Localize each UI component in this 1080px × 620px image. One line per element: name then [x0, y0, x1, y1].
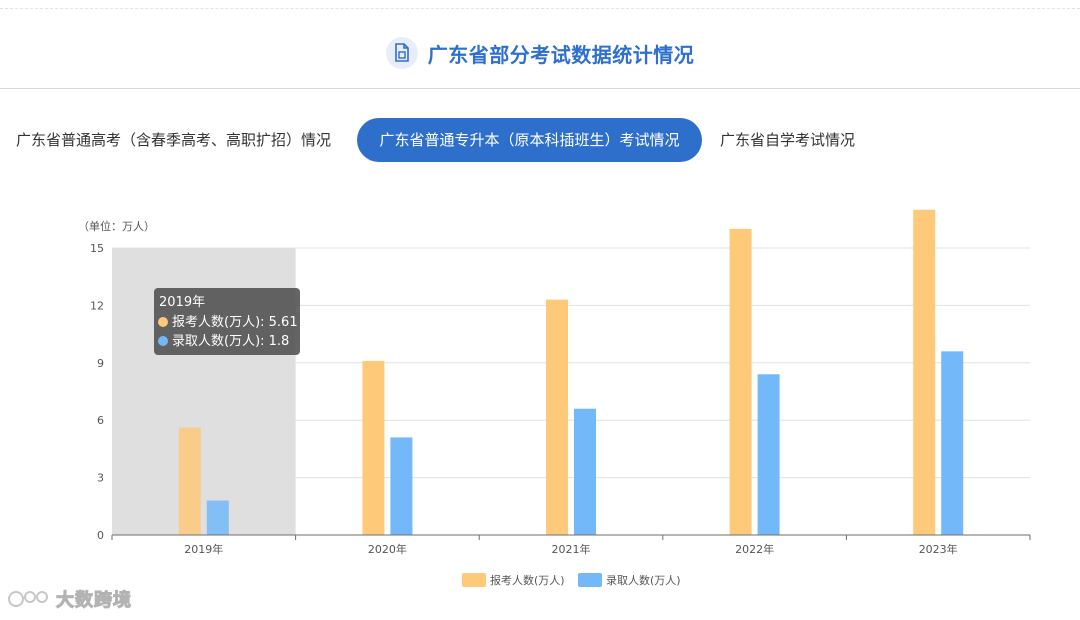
legend-swatch	[462, 573, 486, 587]
y-axis-unit-label: （单位：万人）	[78, 219, 155, 233]
legend-label: 录取人数(万人)	[606, 574, 681, 587]
legend-label: 报考人数(万人)	[490, 573, 565, 587]
bar-admitted	[757, 374, 780, 535]
bar-applicants	[362, 360, 385, 535]
y-tick-label: 3	[97, 472, 104, 485]
bar-admitted	[390, 437, 413, 535]
document-chart-icon	[385, 37, 418, 69]
legend-swatch	[578, 573, 602, 587]
bar-admitted	[206, 500, 229, 535]
bar-chart: 0 3 6 9 12 15 （单位：万人） 2019年 2020年 2021年 2022年 2023年…	[78, 209, 1031, 587]
x-tick-label: 2022年	[735, 542, 774, 556]
top-divider	[0, 8, 1080, 9]
tooltip-marker	[158, 336, 168, 346]
x-tick-label: 2020年	[368, 542, 407, 556]
exam-tabs: 广东省普通高考（含春季高考、高职扩招）情况 广东省普通专升本（原本科插班生）考试…	[0, 118, 1080, 162]
watermark-text: 大数跨境	[56, 590, 132, 612]
page-title: 广东省部分考试数据统计情况	[427, 42, 695, 67]
tooltip-row: 录取人数(万人): 1.8	[172, 334, 289, 349]
tab-zhuanshengben[interactable]: 广东省普通专升本（原本科插班生）考试情况	[357, 118, 702, 162]
x-tick-label: 2019年	[184, 542, 223, 556]
brand-logo-icon	[8, 591, 48, 607]
y-tick-label: 12	[90, 299, 104, 312]
header-divider	[0, 88, 1080, 89]
bar-applicants	[913, 209, 936, 535]
tooltip-marker	[158, 317, 168, 327]
x-tick-label: 2021年	[552, 542, 591, 556]
bar-applicants	[546, 299, 568, 535]
y-tick-label: 0	[97, 529, 104, 542]
bar-applicants	[729, 228, 752, 535]
bar-admitted	[941, 351, 964, 535]
tooltip-row: 报考人数(万人): 5.61	[172, 315, 298, 330]
page-header: 广东省部分考试数据统计情况	[0, 18, 1080, 88]
y-tick-label: 9	[97, 357, 104, 370]
tooltip-title: 2019年	[159, 295, 205, 310]
x-tick-label: 2023年	[919, 542, 958, 556]
tab-gaokao[interactable]: 广东省普通高考（含春季高考、高职扩招）情况	[16, 118, 331, 162]
y-tick-label: 6	[97, 414, 104, 427]
bar-admitted	[574, 408, 596, 535]
tab-self-study-exam[interactable]: 广东省自学考试情况	[720, 118, 855, 162]
watermark: 大数跨境	[8, 586, 132, 612]
y-tick-label: 15	[90, 242, 104, 255]
bar-applicants	[178, 427, 201, 535]
